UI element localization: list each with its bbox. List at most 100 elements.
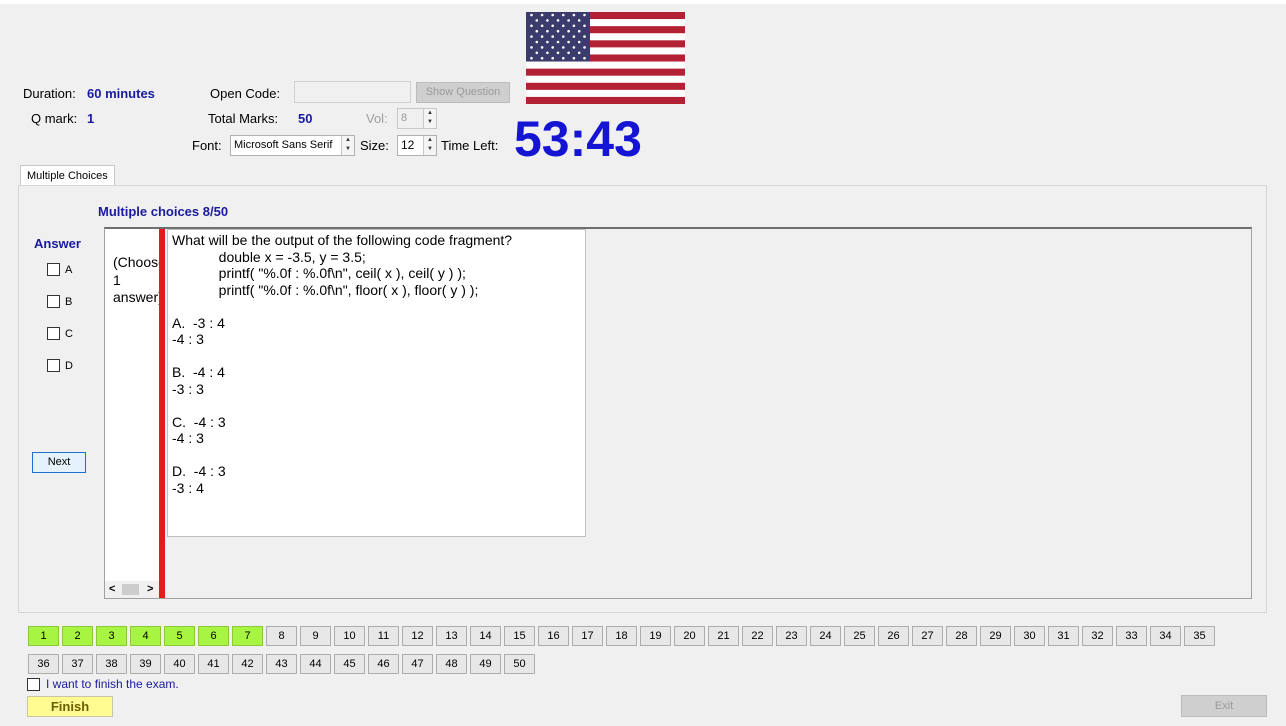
size-value: 12 <box>401 138 415 152</box>
qmark-value: 1 <box>87 111 95 126</box>
question-nav-button[interactable]: 31 <box>1048 626 1079 646</box>
horizontal-scrollbar[interactable]: < > <box>105 581 159 598</box>
timer: 53:43 <box>514 111 642 167</box>
question-nav-button[interactable]: 38 <box>96 654 127 674</box>
question-nav-button[interactable]: 37 <box>62 654 93 674</box>
duration-label: Duration: <box>23 86 76 101</box>
question-nav-button[interactable]: 40 <box>164 654 195 674</box>
question-nav-button[interactable]: 20 <box>674 626 705 646</box>
size-spin-icon[interactable]: ▲ ▼ <box>423 136 436 155</box>
scroll-thumb[interactable] <box>122 584 139 595</box>
vol-label: Vol: <box>366 111 388 126</box>
question-nav-button[interactable]: 47 <box>402 654 433 674</box>
question-nav-button[interactable]: 21 <box>708 626 739 646</box>
option-b-label: B <box>65 295 73 308</box>
question-nav-button[interactable]: 44 <box>300 654 331 674</box>
question-nav-button[interactable]: 45 <box>334 654 365 674</box>
question-nav-button[interactable]: 1 <box>28 626 59 646</box>
duration-value: 60 minutes <box>87 86 155 101</box>
question-nav-button[interactable]: 35 <box>1184 626 1215 646</box>
option-d-label: D <box>65 359 73 372</box>
finish-button[interactable]: Finish <box>27 696 113 717</box>
question-nav-button[interactable]: 43 <box>266 654 297 674</box>
option-a-checkbox[interactable]: A <box>47 263 72 276</box>
question-nav-button[interactable]: 6 <box>198 626 229 646</box>
show-question-button[interactable]: Show Question <box>416 82 510 103</box>
next-button[interactable]: Next <box>32 452 86 473</box>
question-nav-button[interactable]: 8 <box>266 626 297 646</box>
font-value: Microsoft Sans Serif <box>234 139 333 151</box>
question-nav-button[interactable]: 28 <box>946 626 977 646</box>
question-nav-button[interactable]: 39 <box>130 654 161 674</box>
checkbox-box[interactable] <box>27 677 40 691</box>
question-nav-button[interactable]: 3 <box>96 626 127 646</box>
question-nav-button[interactable]: 11 <box>368 626 399 646</box>
question-nav-button[interactable]: 17 <box>572 626 603 646</box>
question-nav-button[interactable]: 26 <box>878 626 909 646</box>
question-nav-button[interactable]: 9 <box>300 626 331 646</box>
red-divider[interactable] <box>159 229 165 598</box>
us-flag-icon <box>526 12 685 105</box>
exit-button[interactable]: Exit <box>1181 695 1267 717</box>
question-nav-button[interactable]: 14 <box>470 626 501 646</box>
question-nav-button[interactable]: 48 <box>436 654 467 674</box>
question-nav-button[interactable]: 32 <box>1082 626 1113 646</box>
total-marks-value: 50 <box>298 111 313 126</box>
question-nav-button[interactable]: 19 <box>640 626 671 646</box>
size-label: Size: <box>360 138 389 153</box>
checkbox-box[interactable] <box>47 359 60 372</box>
question-nav-button[interactable]: 16 <box>538 626 569 646</box>
checkbox-box[interactable] <box>47 327 60 340</box>
option-c-checkbox[interactable]: C <box>47 327 73 340</box>
vol-stepper[interactable]: 8 ▲ ▼ <box>397 108 437 129</box>
instruction-panel: (Choose 1 answer) < > <box>105 229 159 598</box>
question-nav-button[interactable]: 27 <box>912 626 943 646</box>
open-code-input[interactable] <box>294 81 411 103</box>
option-d-checkbox[interactable]: D <box>47 359 73 372</box>
question-nav-button[interactable]: 42 <box>232 654 263 674</box>
question-nav-button[interactable]: 23 <box>776 626 807 646</box>
question-nav-button[interactable]: 7 <box>232 626 263 646</box>
font-select[interactable]: Microsoft Sans Serif ▲ ▼ <box>230 135 355 156</box>
question-nav-button[interactable]: 10 <box>334 626 365 646</box>
checkbox-box[interactable] <box>47 263 60 276</box>
question-nav-button[interactable]: 22 <box>742 626 773 646</box>
question-nav-button[interactable]: 29 <box>980 626 1011 646</box>
question-nav-button[interactable]: 33 <box>1116 626 1147 646</box>
question-nav-button[interactable]: 34 <box>1150 626 1181 646</box>
question-box: What will be the output of the following… <box>167 229 586 537</box>
question-nav-button[interactable]: 30 <box>1014 626 1045 646</box>
question-nav-button[interactable]: 18 <box>606 626 637 646</box>
qmark-label: Q mark: <box>31 111 78 126</box>
question-nav-button[interactable]: 36 <box>28 654 59 674</box>
tab-multiple-choices[interactable]: Multiple Choices <box>20 165 115 186</box>
question-nav-button[interactable]: 50 <box>504 654 535 674</box>
vol-spin-icon[interactable]: ▲ ▼ <box>423 109 436 128</box>
question-nav-button[interactable]: 4 <box>130 626 161 646</box>
size-stepper[interactable]: 12 ▲ ▼ <box>397 135 437 156</box>
font-label: Font: <box>192 138 222 153</box>
question-nav-button[interactable]: 46 <box>368 654 399 674</box>
question-nav-button[interactable]: 13 <box>436 626 467 646</box>
scroll-right-icon[interactable]: > <box>147 581 153 598</box>
question-nav-button[interactable]: 41 <box>198 654 229 674</box>
open-code-label: Open Code: <box>210 86 281 101</box>
font-spin-icon[interactable]: ▲ ▼ <box>341 136 354 155</box>
time-left-label: Time Left: <box>441 138 499 153</box>
finish-exam-label: I want to finish the exam. <box>46 677 179 691</box>
question-nav-button[interactable]: 5 <box>164 626 195 646</box>
option-b-checkbox[interactable]: B <box>47 295 72 308</box>
scroll-left-icon[interactable]: < <box>109 581 115 598</box>
answer-header: Answer <box>34 236 81 251</box>
question-nav-button[interactable]: 24 <box>810 626 841 646</box>
option-a-label: A <box>65 263 73 276</box>
question-nav-button[interactable]: 12 <box>402 626 433 646</box>
option-c-label: C <box>65 327 73 340</box>
finish-exam-checkbox[interactable]: I want to finish the exam. <box>27 677 179 691</box>
question-nav-button[interactable]: 25 <box>844 626 875 646</box>
total-marks-label: Total Marks: <box>208 111 279 126</box>
question-nav-button[interactable]: 2 <box>62 626 93 646</box>
question-nav-button[interactable]: 49 <box>470 654 501 674</box>
question-nav-button[interactable]: 15 <box>504 626 535 646</box>
checkbox-box[interactable] <box>47 295 60 308</box>
